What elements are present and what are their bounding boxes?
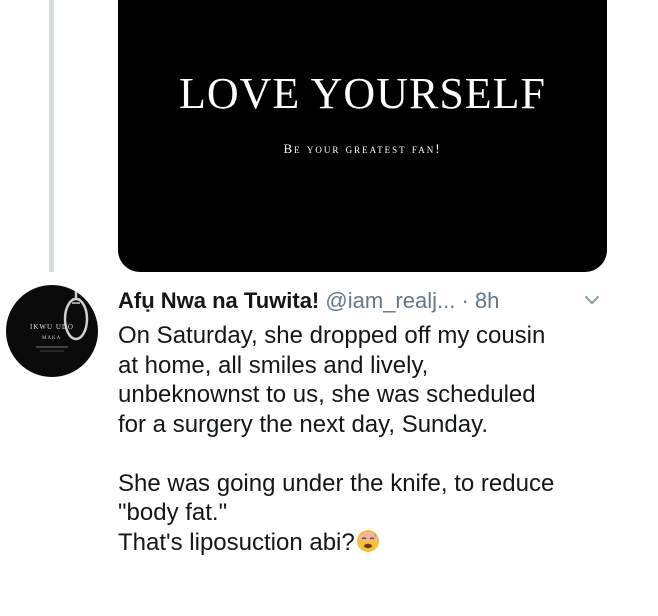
tweet-timestamp[interactable]: · 8h xyxy=(461,288,499,313)
tweet-text-line: "body fat." xyxy=(118,499,228,526)
anxious-face-with-sweat-icon xyxy=(356,529,379,552)
user-handle[interactable]: @iam_realj... xyxy=(325,288,455,313)
tweet-text-line: That's liposuction abi? xyxy=(118,528,355,556)
tweet-text: On Saturday, she dropped off my cousin a… xyxy=(118,321,638,557)
tweet-text-line-last: That's liposuction abi? xyxy=(118,528,638,558)
avatar-text-primary: IKWU UDO xyxy=(30,323,74,331)
noose-rope-icon xyxy=(36,285,89,352)
tweet-text-line: for a surgery the next day, Sunday. xyxy=(118,410,488,438)
avatar[interactable]: IKWU UDO MAKA xyxy=(6,285,98,377)
tweet-text-line: She was going under the knife, to reduce xyxy=(118,469,555,497)
media-title-text: LOVE YOURSELF xyxy=(178,69,547,118)
tweet-text-line: unbeknownst to us, she was scheduled xyxy=(118,381,536,408)
tweet-text-line: at home, all smiles and lively, xyxy=(118,351,429,379)
tweet-media-image[interactable]: LOVE YOURSELF Be your greatest fan! xyxy=(118,0,607,272)
avatar-text-secondary: MAKA xyxy=(42,336,62,341)
media-subtitle-text: Be your greatest fan! xyxy=(283,141,442,156)
tweet-header: Afụ Nwa na Tuwita! @iam_realj... · 8h xyxy=(118,288,608,314)
display-name[interactable]: Afụ Nwa na Tuwita! xyxy=(118,288,319,313)
tweet-text-line: On Saturday, she dropped off my cousin xyxy=(118,322,546,349)
chevron-down-icon[interactable] xyxy=(584,294,600,306)
thread-connector-line xyxy=(49,0,54,272)
